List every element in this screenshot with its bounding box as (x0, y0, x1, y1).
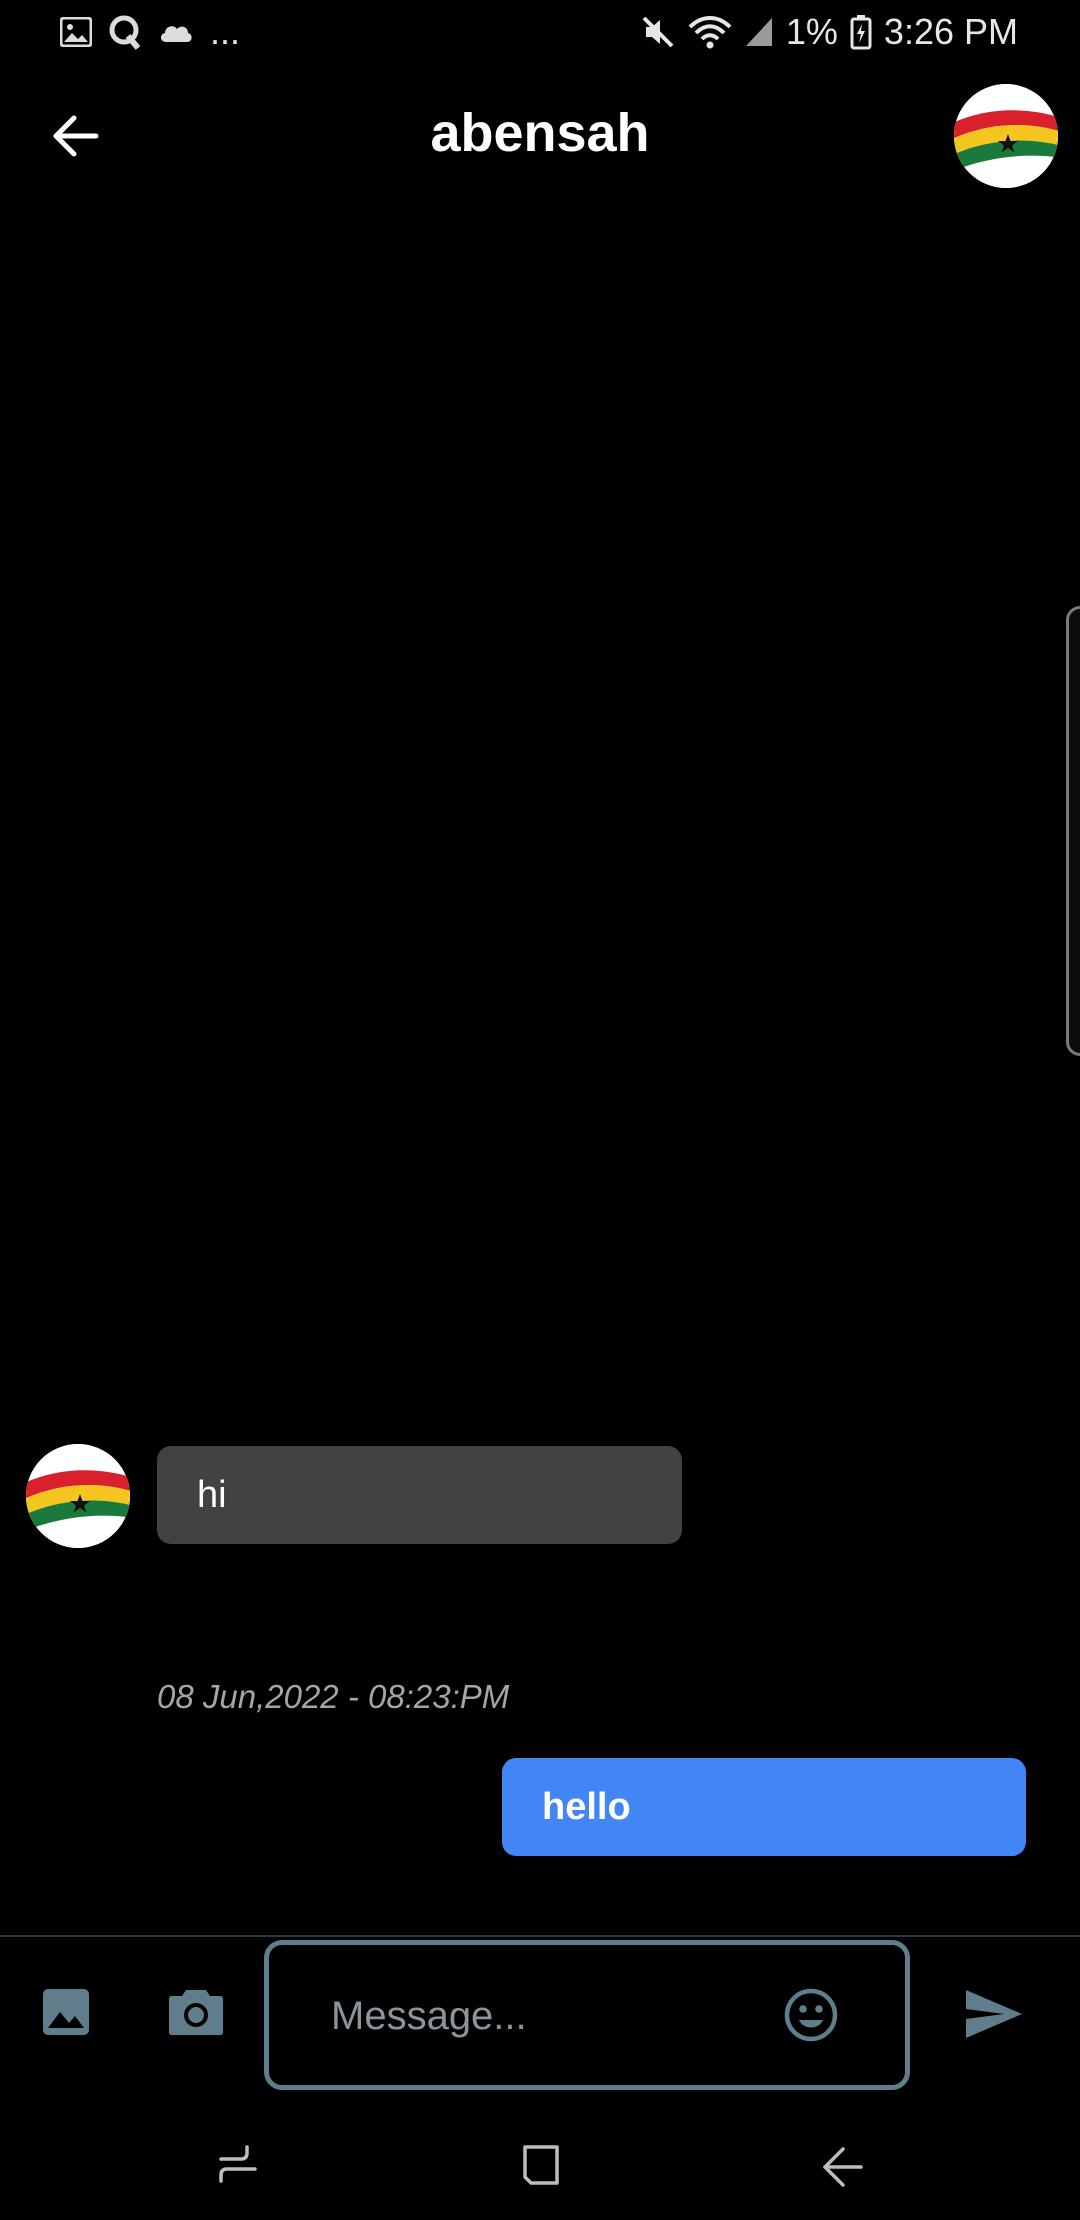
battery-charging-icon (850, 14, 872, 50)
status-right: 1% 3:26 PM (640, 11, 1018, 53)
cloud-icon (158, 20, 194, 44)
wifi-icon (688, 15, 732, 49)
scroll-indicator[interactable] (1066, 606, 1080, 1056)
incoming-message-bubble[interactable]: hi (157, 1446, 682, 1544)
ghana-flag-avatar (954, 84, 1058, 188)
recent-apps-icon (219, 2145, 257, 2183)
page-title: abensah (430, 103, 650, 163)
gallery-icon (60, 17, 92, 47)
avatar[interactable] (954, 84, 1058, 188)
mute-icon (640, 14, 676, 50)
status-time: 3:26 PM (883, 11, 1018, 52)
system-nav-bar (0, 2110, 1080, 2220)
image-icon (43, 1989, 89, 2035)
avatar[interactable] (26, 1444, 130, 1548)
status-left: ... (60, 11, 240, 53)
camera-icon (169, 1990, 223, 2035)
back-icon (823, 2147, 863, 2187)
message-timestamp: 08 Jun,2022 - 08:23:PM (157, 1678, 510, 1715)
chat-header: abensah (0, 64, 1080, 208)
home-icon (523, 2145, 559, 2185)
camera-button[interactable] (164, 1982, 228, 2042)
outgoing-message-bubble[interactable]: hello (502, 1758, 1026, 1856)
q-app-icon (108, 14, 142, 50)
message-box (264, 1940, 910, 2090)
battery-percent: 1% (785, 11, 838, 52)
send-button[interactable] (962, 1986, 1026, 2042)
emoji-icon (784, 1988, 838, 2042)
status-bar: ... 1% 3:26 PM (0, 0, 1080, 64)
composer-divider (0, 1935, 1080, 1937)
ghana-flag-avatar (26, 1444, 130, 1548)
signal-icon (744, 16, 774, 48)
attach-image-button[interactable] (36, 1982, 96, 2042)
status-overflow: ... (210, 11, 241, 52)
message-input[interactable] (329, 1945, 753, 2087)
send-icon (966, 1990, 1022, 2038)
home-button[interactable] (510, 2136, 570, 2196)
recent-apps-button[interactable] (208, 2136, 268, 2196)
system-back-button[interactable] (812, 2136, 872, 2196)
emoji-button[interactable] (783, 1987, 839, 2043)
